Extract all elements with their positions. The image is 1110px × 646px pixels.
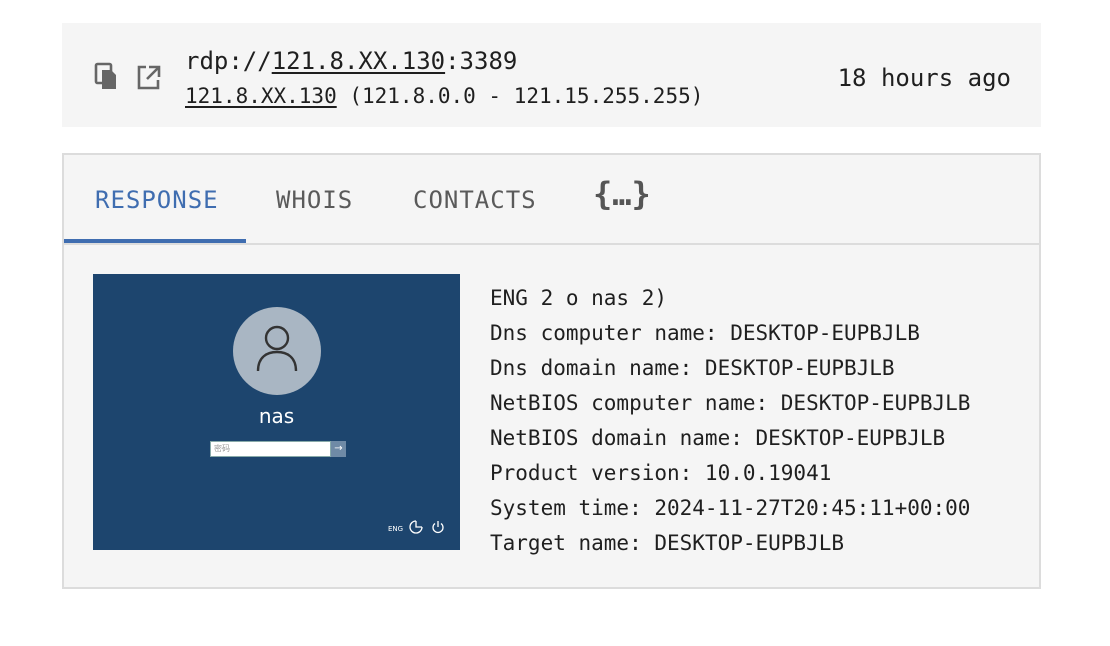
power-icon	[431, 520, 445, 534]
accessibility-icon	[409, 520, 423, 534]
details-panel: RESPONSE WHOIS CONTACTS {…} nas 密码 → ENG	[62, 153, 1041, 589]
screenshot-language: ENG	[388, 525, 404, 533]
url-host-link[interactable]: 121.8.XX.130	[272, 47, 445, 75]
avatar	[233, 307, 321, 395]
screenshot-password-field: 密码	[210, 441, 331, 457]
ip-range: (121.8.0.0 - 121.15.255.255)	[336, 84, 704, 108]
ip-range-line: 121.8.XX.130 (121.8.0.0 - 121.15.255.255…	[185, 82, 703, 110]
active-tab-indicator	[64, 239, 246, 243]
url-prefix: rdp://	[185, 47, 272, 75]
tab-response[interactable]: RESPONSE	[95, 183, 219, 217]
ip-link[interactable]: 121.8.XX.130	[185, 84, 337, 108]
response-line: System time: 2024-11-27T20:45:11+00:00	[490, 496, 971, 520]
user-icon	[256, 325, 298, 372]
tab-whois[interactable]: WHOIS	[276, 183, 353, 217]
response-line: NetBIOS domain name: DESKTOP-EUPBJLB	[490, 426, 946, 450]
response-text: ENG 2 o nas 2) Dns computer name: DESKTO…	[490, 281, 970, 561]
screenshot-username: nas	[258, 404, 295, 428]
response-line: ENG 2 o nas 2)	[490, 286, 668, 310]
last-seen-time: 18 hours ago	[837, 64, 1011, 92]
screenshot-submit-arrow-icon: →	[331, 441, 346, 457]
copy-icon[interactable]	[94, 62, 120, 92]
tab-bar: RESPONSE WHOIS CONTACTS {…}	[64, 155, 1039, 245]
response-line: NetBIOS computer name: DESKTOP-EUPBJLB	[490, 391, 971, 415]
response-line: Dns computer name: DESKTOP-EUPBJLB	[490, 321, 920, 345]
url-port: :3389	[445, 47, 518, 75]
response-line: Dns domain name: DESKTOP-EUPBJLB	[490, 356, 895, 380]
tab-raw-json[interactable]: {…}	[593, 177, 651, 211]
open-external-icon[interactable]	[136, 62, 162, 92]
rdp-screenshot[interactable]: nas 密码 → ENG	[93, 274, 460, 550]
tab-contacts[interactable]: CONTACTS	[413, 183, 537, 217]
response-line: Product version: 10.0.19041	[490, 461, 832, 485]
response-line: Target name: DESKTOP-EUPBJLB	[490, 531, 845, 555]
service-url: rdp://121.8.XX.130:3389	[185, 46, 517, 76]
